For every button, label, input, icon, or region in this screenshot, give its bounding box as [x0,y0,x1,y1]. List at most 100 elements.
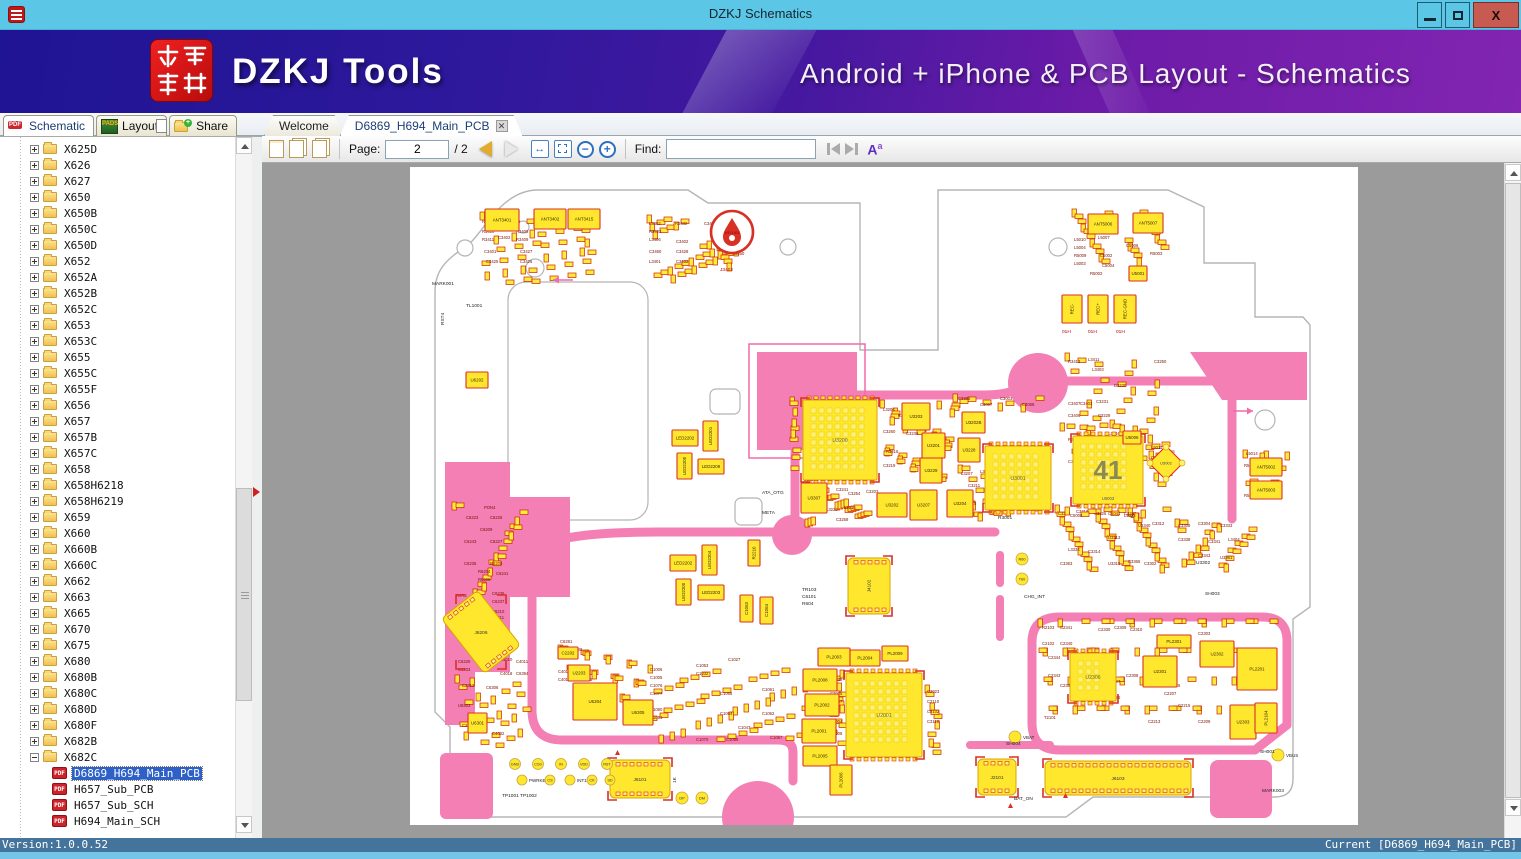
tree-item-x680d[interactable]: X680D [0,701,235,717]
previous-page-button[interactable] [478,141,492,157]
expand-icon[interactable] [30,336,39,346]
expand-icon[interactable] [30,256,39,266]
close-tab-icon[interactable]: ✕ [496,120,508,132]
expand-icon[interactable] [30,160,39,170]
find-next-button[interactable] [845,143,859,155]
expand-icon[interactable] [30,432,39,442]
tree-item-x657c[interactable]: X657C [0,445,235,461]
expand-icon[interactable] [30,512,39,522]
tree-scrollbar-thumb[interactable] [236,488,252,701]
tree-item-x662[interactable]: X662 [0,573,235,589]
tree-item-x675[interactable]: X675 [0,637,235,653]
tree-item-x659[interactable]: X659 [0,509,235,525]
tree-scroll-down-button[interactable] [236,816,252,833]
tree-item-x657b[interactable]: X657B [0,429,235,445]
multi-page-icon[interactable] [312,140,327,158]
doc-tab-d6869_h694_main_pcb[interactable]: D6869_H694_Main_PCB ✕ [340,115,523,136]
tree-item-x660c[interactable]: X660C [0,557,235,573]
fit-page-button[interactable] [553,140,572,158]
tree-item-x652c[interactable]: X652C [0,301,235,317]
tree-item-x680[interactable]: X680 [0,653,235,669]
zoom-in-button[interactable]: + [598,140,616,158]
tree-item-x670[interactable]: X670 [0,621,235,637]
viewer-scroll-up-button[interactable] [1505,164,1521,181]
tree-item-x655[interactable]: X655 [0,349,235,365]
minimize-button[interactable] [1417,2,1442,28]
tree-item-x652[interactable]: X652 [0,253,235,269]
page-number-input[interactable] [385,139,450,159]
tree-item-x656[interactable]: X656 [0,397,235,413]
tree-item-x650b[interactable]: X650B [0,205,235,221]
tree-item-x650d[interactable]: X650D [0,237,235,253]
viewer-scrollbar-thumb[interactable] [1505,183,1521,798]
close-button[interactable]: X [1473,2,1519,28]
tree-item-x660b[interactable]: X660B [0,541,235,557]
tree-item-x650c[interactable]: X650C [0,221,235,237]
expand-icon[interactable] [30,608,39,618]
expand-icon[interactable] [30,400,39,410]
tree-item-x650[interactable]: X650 [0,189,235,205]
tree-item-x626[interactable]: X626 [0,157,235,173]
expand-icon[interactable] [30,176,39,186]
zoom-out-button[interactable]: − [576,140,594,158]
expand-icon[interactable] [30,304,39,314]
expand-icon[interactable] [30,704,39,714]
tree-item-x653[interactable]: X653 [0,317,235,333]
copy-page-icon[interactable] [289,140,304,158]
tab-share[interactable]: + Share [169,115,238,136]
expand-icon[interactable] [30,576,39,586]
expand-icon[interactable] [30,240,39,250]
expand-icon[interactable] [30,672,39,682]
expand-icon[interactable] [30,480,39,490]
tree-doc-d6869_h694_main_pcb[interactable]: PDF D6869_H694_Main_PCB [0,765,235,781]
expand-icon[interactable] [30,192,39,202]
tree-item-x655c[interactable]: X655C [0,365,235,381]
tree-item-x658h6218[interactable]: X658H6218 [0,477,235,493]
tree-item-x652a[interactable]: X652A [0,269,235,285]
expand-icon[interactable] [30,352,39,362]
panel-splitter[interactable] [252,137,262,838]
expand-icon[interactable] [30,736,39,746]
viewer-scroll-down-button[interactable] [1505,799,1521,816]
expand-icon[interactable] [30,656,39,666]
find-previous-button[interactable] [827,143,841,155]
expand-icon[interactable] [30,208,39,218]
tree-item-x627[interactable]: X627 [0,173,235,189]
tree-scrollbar[interactable] [235,137,252,838]
tree-item-x655f[interactable]: X655F [0,381,235,397]
expand-icon[interactable] [30,288,39,298]
expand-icon[interactable] [30,320,39,330]
tree-doc-h657_sub_sch[interactable]: PDF H657_Sub_SCH [0,797,235,813]
tree-doc-h694_main_sch[interactable]: PDF H694_Main_SCH [0,813,235,829]
expand-icon[interactable] [30,560,39,570]
tree-item-x658[interactable]: X658 [0,461,235,477]
expand-icon[interactable] [30,640,39,650]
tree-item-x665[interactable]: X665 [0,605,235,621]
tree-item-x680b[interactable]: X680B [0,669,235,685]
expand-icon[interactable] [30,688,39,698]
tree-item-x660[interactable]: X660 [0,525,235,541]
expand-icon[interactable] [30,496,39,506]
doc-tab-welcome[interactable]: Welcome [264,115,344,136]
tree-item-x652b[interactable]: X652B [0,285,235,301]
expand-icon[interactable] [30,624,39,634]
expand-icon[interactable] [30,464,39,474]
tree-item-x680f[interactable]: X680F [0,717,235,733]
match-case-icon[interactable]: Aa [867,141,882,158]
document-page[interactable]: R3407C3465R3410R3408C3402R3409R3411C3401… [410,167,1358,838]
expand-icon[interactable] [30,416,39,426]
tree-doc-h657_sub_pcb[interactable]: PDF H657_Sub_PCB [0,781,235,797]
expand-icon[interactable] [30,544,39,554]
expand-icon[interactable] [30,448,39,458]
tree-item-x653c[interactable]: X653C [0,333,235,349]
expand-icon[interactable] [30,368,39,378]
tree-item-x682b[interactable]: X682B [0,733,235,749]
expand-icon[interactable] [30,272,39,282]
tree-scroll-up-button[interactable] [236,137,252,154]
fit-width-button[interactable]: ↔ [530,140,549,158]
pcb-viewer[interactable]: R3407C3465R3410R3408C3402R3409R3411C3401… [262,163,1521,838]
viewer-scrollbar[interactable] [1504,163,1521,838]
find-input[interactable] [666,139,817,159]
tree-item-x682c[interactable]: X682C [0,749,235,765]
expand-icon[interactable] [30,224,39,234]
